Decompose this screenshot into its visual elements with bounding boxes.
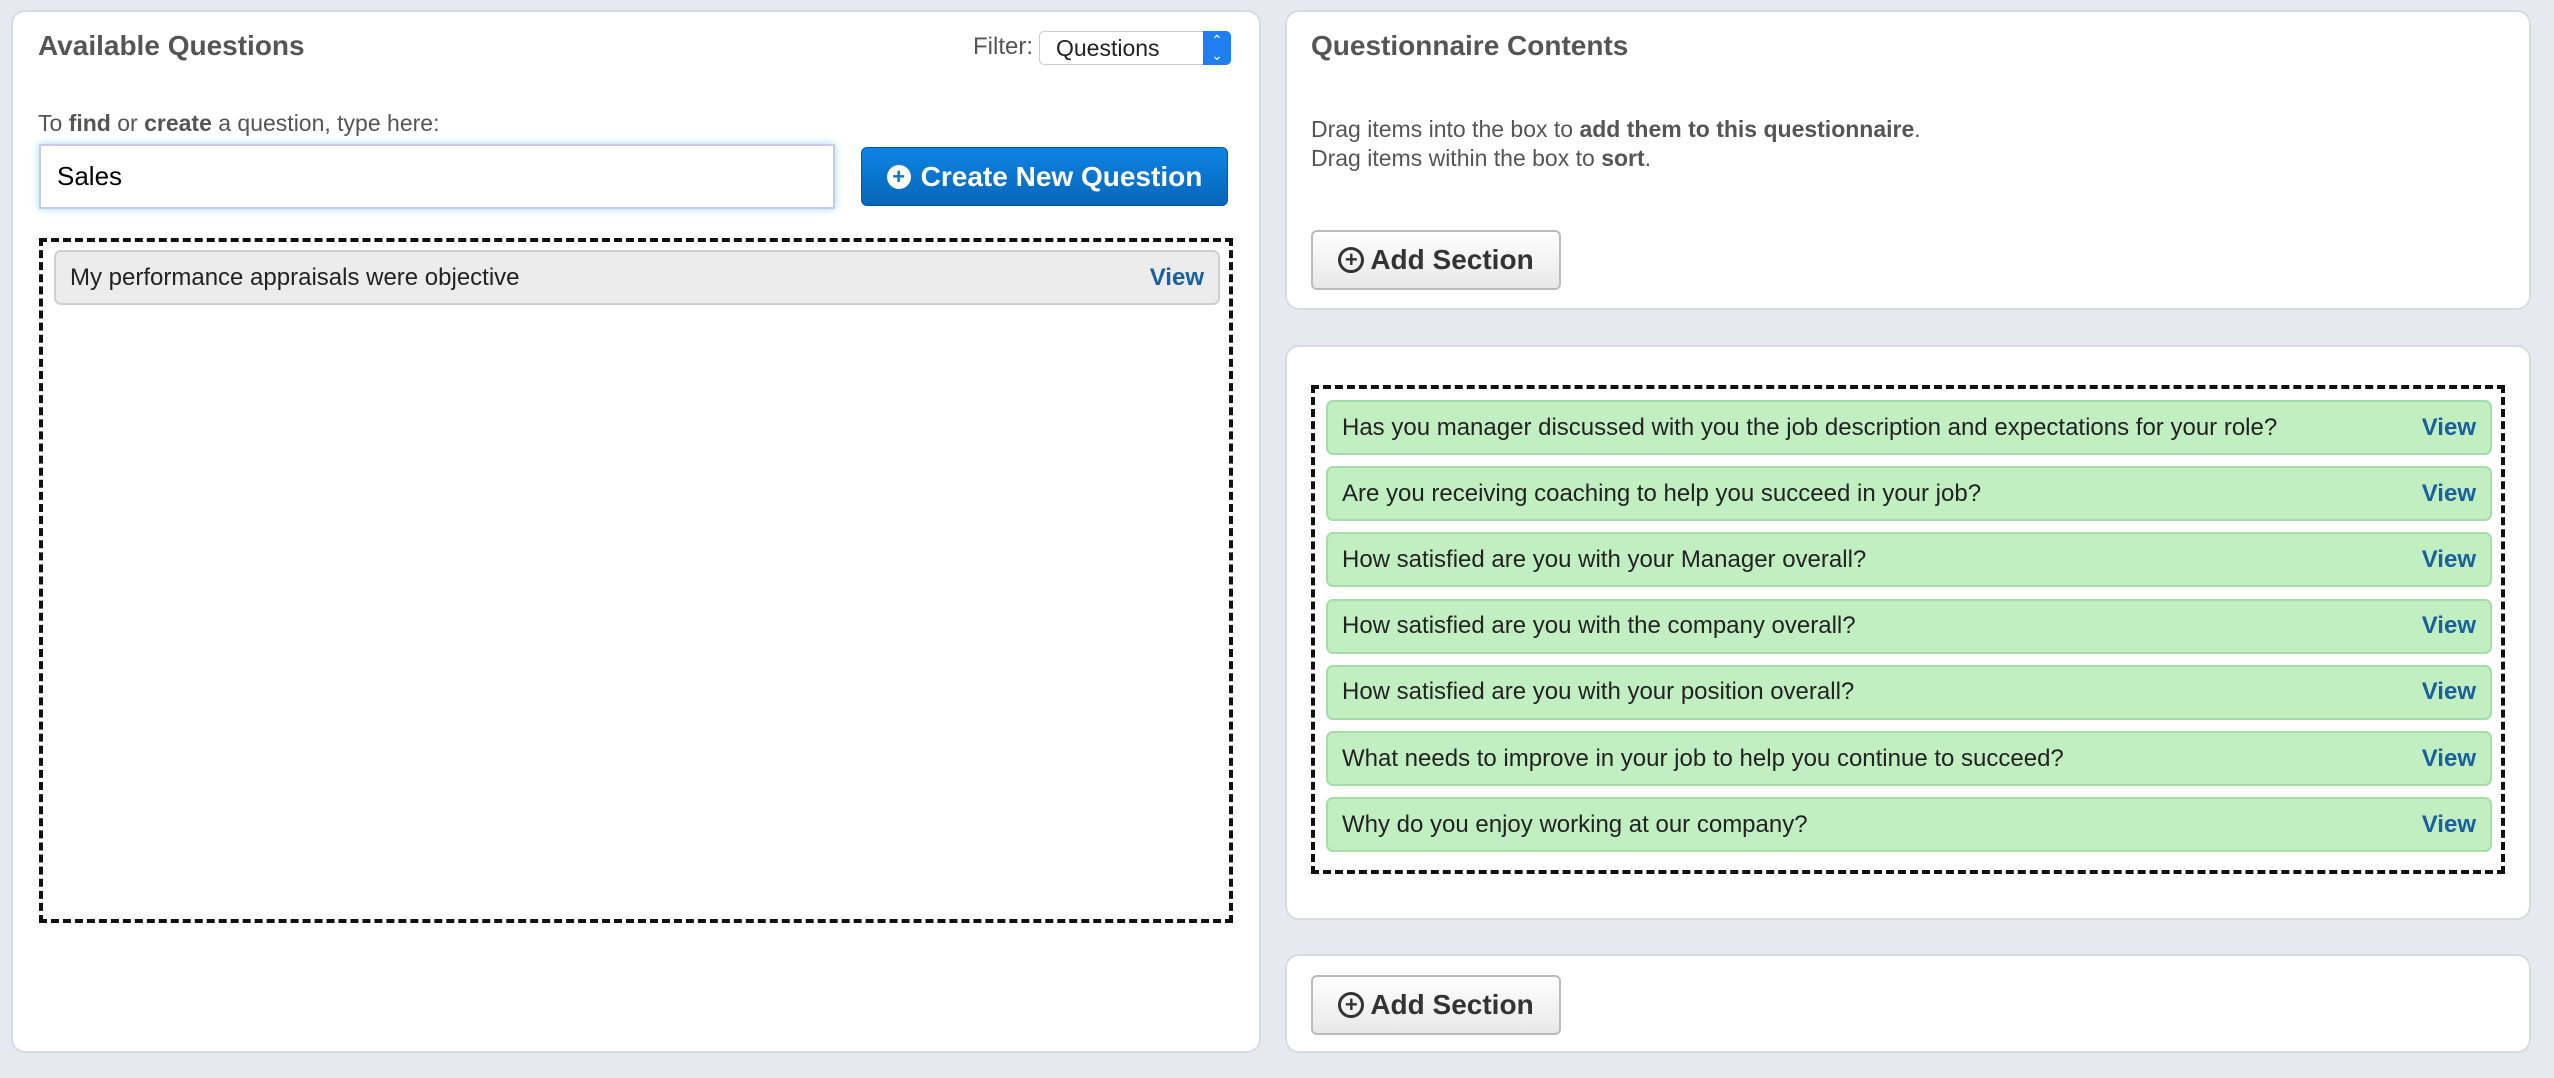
questionnaire-item[interactable]: What needs to improve in your job to hel… xyxy=(1326,731,2492,786)
view-link[interactable]: View xyxy=(2422,678,2476,706)
view-link[interactable]: View xyxy=(2422,811,2476,839)
view-link[interactable]: View xyxy=(2422,480,2476,508)
available-questions-dropzone xyxy=(39,238,1233,923)
add-section-bottom-button[interactable]: + Add Section xyxy=(1311,975,1561,1035)
instructions: Drag items into the box to add them to t… xyxy=(1311,116,1921,171)
plus-circle-icon: + xyxy=(1338,247,1365,273)
add-section-button[interactable]: + Add Section xyxy=(1311,230,1561,290)
questionnaire-item[interactable]: Has you manager discussed with you the j… xyxy=(1326,400,2492,455)
questionnaire-item[interactable]: Why do you enjoy working at our company?… xyxy=(1326,797,2492,853)
questionnaire-item[interactable]: Are you receiving coaching to help you s… xyxy=(1326,466,2492,522)
plus-circle-icon: + xyxy=(1338,992,1365,1018)
filter-label: Filter: xyxy=(973,33,1033,60)
view-link[interactable]: View xyxy=(2422,745,2476,773)
view-link[interactable]: View xyxy=(2422,612,2476,640)
search-hint: To find or create a question, type here: xyxy=(38,110,440,136)
view-link[interactable]: View xyxy=(1150,264,1204,292)
questionnaire-item[interactable]: How satisfied are you with your Manager … xyxy=(1326,532,2492,588)
available-questions-title: Available Questions xyxy=(38,30,305,61)
view-link[interactable]: View xyxy=(2422,414,2476,442)
questionnaire-contents-title: Questionnaire Contents xyxy=(1311,30,1629,61)
questionnaire-item[interactable]: How satisfied are you with the company o… xyxy=(1326,598,2492,654)
search-input[interactable] xyxy=(39,144,835,209)
select-arrows-icon: ⌃ ⌄ xyxy=(1203,31,1231,65)
questionnaire-item[interactable]: How satisfied are you with your position… xyxy=(1326,664,2492,720)
filter-select[interactable]: Questions ⌃ ⌄ xyxy=(1039,31,1231,65)
view-link[interactable]: View xyxy=(2422,546,2476,574)
list-item[interactable]: My performance appraisals were objective… xyxy=(54,250,1220,305)
create-new-question-button[interactable]: + Create New Question xyxy=(861,147,1228,206)
filter-value: Questions xyxy=(1056,35,1160,61)
plus-circle-icon: + xyxy=(886,164,911,189)
